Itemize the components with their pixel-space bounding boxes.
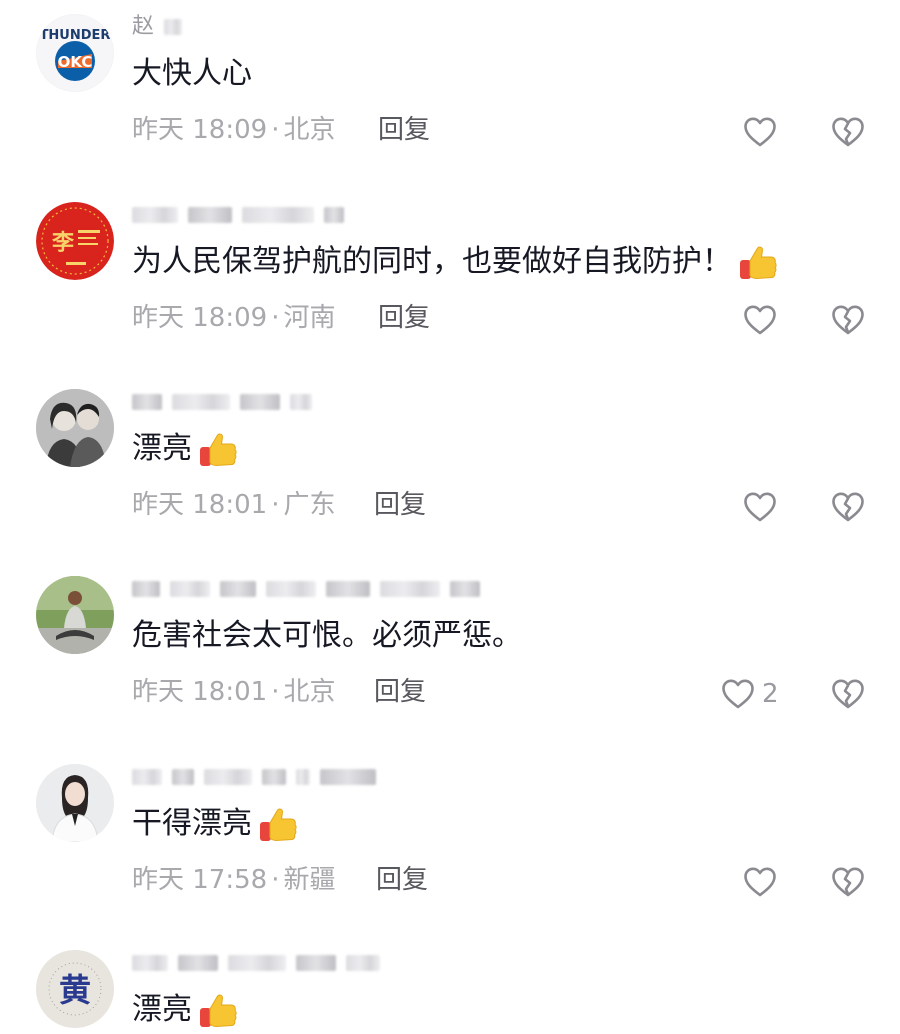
broken-heart-icon[interactable] xyxy=(830,302,866,338)
location: 广东 xyxy=(283,490,336,520)
username[interactable] xyxy=(132,202,344,228)
heart-icon xyxy=(742,114,778,150)
avatar[interactable] xyxy=(36,764,114,842)
reply-button[interactable]: 回复 xyxy=(374,485,426,525)
thunder-okc-logo-icon: THUNDER OKC xyxy=(37,15,113,91)
like-button[interactable]: 2 xyxy=(720,676,779,712)
timestamp: 昨天 18:09 xyxy=(132,115,268,145)
thumbs-up-icon xyxy=(256,802,300,846)
heart-icon xyxy=(742,864,778,900)
svg-text:李: 李 xyxy=(51,230,75,256)
comment-meta: 昨天 18:09 · 北京 xyxy=(132,110,335,150)
avatar[interactable] xyxy=(36,389,114,467)
location: 北京 xyxy=(283,677,336,707)
avatar[interactable]: 李 xyxy=(36,202,114,280)
like-button[interactable] xyxy=(742,489,778,525)
timestamp: 昨天 18:09 xyxy=(132,303,268,333)
heart-icon xyxy=(720,676,756,712)
comment-item: THUNDER OKC 赵 大快人心 昨天 18:09 · 北京 回复 xyxy=(0,6,900,194)
comment-meta: 昨天 18:01 · 广东 xyxy=(132,485,335,525)
broken-heart-icon[interactable] xyxy=(830,489,866,525)
heart-icon xyxy=(742,489,778,525)
comment-item: 黄 漂亮 xyxy=(0,942,900,1034)
avatar[interactable] xyxy=(36,576,114,654)
username[interactable] xyxy=(132,950,380,976)
man-sitting-photo-icon xyxy=(36,576,114,654)
huang-character-icon: 黄 xyxy=(36,950,114,1028)
comment-meta: 昨天 18:09 · 河南 xyxy=(132,298,335,338)
reply-button[interactable]: 回复 xyxy=(378,110,430,150)
username[interactable] xyxy=(132,764,376,790)
comment-text: 干得漂亮 xyxy=(132,802,300,846)
broken-heart-icon[interactable] xyxy=(830,114,866,150)
like-button[interactable] xyxy=(742,114,778,150)
thunder-text: THUNDER xyxy=(40,28,111,43)
location: 新疆 xyxy=(283,865,336,895)
broken-heart-icon[interactable] xyxy=(830,676,866,712)
timestamp: 昨天 18:01 xyxy=(132,677,268,707)
like-button[interactable] xyxy=(742,302,778,338)
broken-heart-icon[interactable] xyxy=(830,864,866,900)
comment-text: 危害社会太可恨。必须严惩。 xyxy=(132,618,522,653)
thumbs-up-icon xyxy=(736,240,780,284)
comment-item: 漂亮 昨天 18:01 · 广东 回复 xyxy=(0,381,900,569)
like-button[interactable] xyxy=(742,864,778,900)
username[interactable] xyxy=(132,576,480,602)
comment-item: 危害社会太可恨。必须严惩。 昨天 18:01 · 北京 回复 2 xyxy=(0,568,900,756)
comment-text: 漂亮 xyxy=(132,988,240,1032)
comment-item: 李 为人民保驾护航的同时，也要做好自我防护！ 昨天 18:09 · 河南 回复 xyxy=(0,194,900,382)
comment-text: 为人民保驾护航的同时，也要做好自我防护！ xyxy=(132,240,780,284)
woman-portrait-icon xyxy=(36,764,114,842)
avatar[interactable]: THUNDER OKC xyxy=(36,14,114,92)
blurred-username xyxy=(164,19,183,35)
comment-text: 漂亮 xyxy=(132,427,240,471)
comment-item: 干得漂亮 昨天 17:58 · 新疆 回复 xyxy=(0,756,900,944)
timestamp: 昨天 17:58 xyxy=(132,865,268,895)
okc-text: OKC xyxy=(58,53,93,71)
comment-text: 大快人心 xyxy=(132,56,252,91)
comment-meta: 昨天 17:58 · 新疆 xyxy=(132,860,335,900)
comment-meta: 昨天 18:01 · 北京 xyxy=(132,672,335,712)
thumbs-up-icon xyxy=(196,427,240,471)
svg-text:黄: 黄 xyxy=(59,971,91,1009)
location: 河南 xyxy=(283,303,336,333)
location: 北京 xyxy=(283,115,336,145)
username[interactable]: 赵 xyxy=(132,14,183,40)
couple-photo-icon xyxy=(36,389,114,467)
thumbs-up-icon xyxy=(196,988,240,1032)
timestamp: 昨天 18:01 xyxy=(132,490,268,520)
reply-button[interactable]: 回复 xyxy=(378,298,430,338)
username[interactable] xyxy=(132,389,312,415)
reply-button[interactable]: 回复 xyxy=(374,672,426,712)
like-count: 2 xyxy=(762,679,779,709)
reply-button[interactable]: 回复 xyxy=(376,860,428,900)
li-character-icon: 李 xyxy=(36,202,114,280)
avatar[interactable]: 黄 xyxy=(36,950,114,1028)
heart-icon xyxy=(742,302,778,338)
